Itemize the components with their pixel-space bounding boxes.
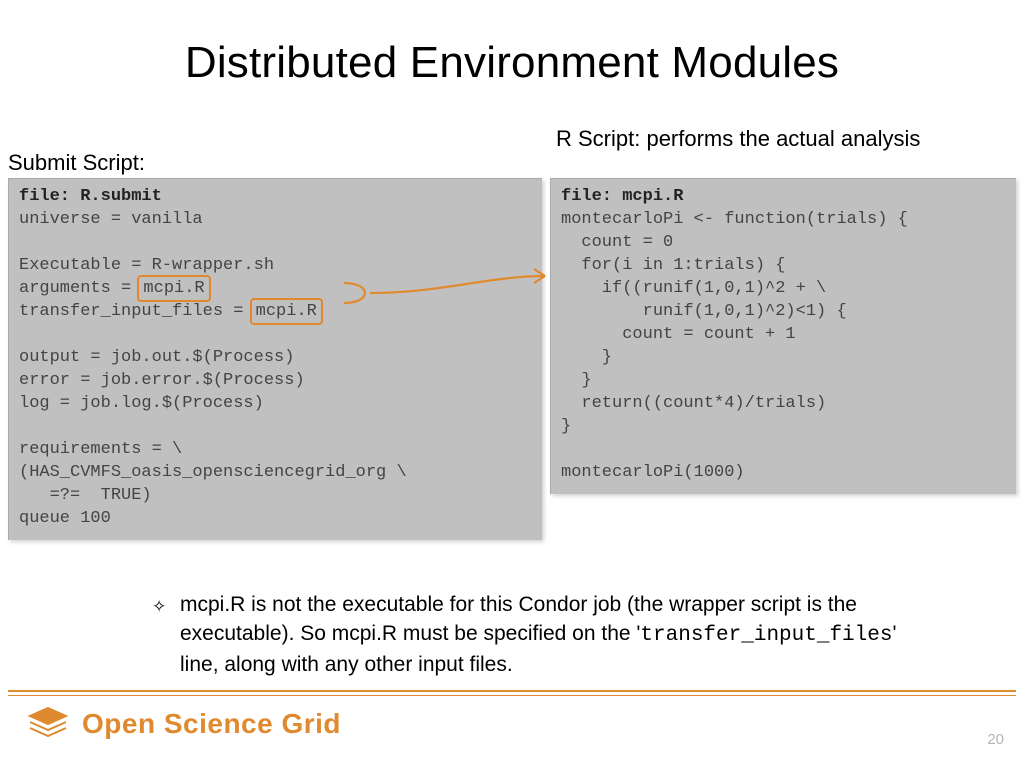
- code-line: count = 0: [561, 233, 673, 252]
- code-line: for(i in 1:trials) {: [561, 256, 785, 275]
- label-submit-script: Submit Script:: [8, 150, 145, 176]
- code-line: if((runif(1,0,1)^2 + \: [561, 279, 826, 298]
- brand: Open Science Grid: [26, 706, 341, 742]
- highlight-arguments-mcpi: mcpi.R: [137, 275, 210, 302]
- code-box-rscript: file: mcpi.R montecarloPi <- function(tr…: [550, 178, 1016, 494]
- code-line: Executable = R-wrapper.sh: [19, 256, 274, 275]
- highlight-transfer-mcpi: mcpi.R: [250, 298, 323, 325]
- page-number: 20: [987, 731, 1004, 748]
- code-line: }: [561, 417, 571, 436]
- code-line: }: [561, 348, 612, 367]
- code-line: queue 100: [19, 509, 111, 528]
- code-line: =?= TRUE): [19, 486, 152, 505]
- code-line: (HAS_CVMFS_oasis_opensciencegrid_org \: [19, 463, 407, 482]
- slide-title: Distributed Environment Modules: [0, 38, 1024, 88]
- code-line: transfer_input_files =: [19, 302, 254, 321]
- file-header-right: file: mcpi.R: [561, 187, 683, 206]
- code-line: count = count + 1: [561, 325, 796, 344]
- label-r-script: R Script: performs the actual analysis: [556, 126, 920, 152]
- code-line: universe = vanilla: [19, 210, 203, 229]
- code-line: log = job.log.$(Process): [19, 394, 264, 413]
- footnote-mono: transfer_input_files: [640, 624, 892, 647]
- code-line: return((count*4)/trials): [561, 394, 826, 413]
- code-line: output = job.out.$(Process): [19, 348, 294, 367]
- code-line: runif(1,0,1)^2)<1) {: [561, 302, 847, 321]
- footer-divider: [8, 690, 1016, 698]
- brand-logo-icon: [26, 706, 70, 742]
- code-line: montecarloPi <- function(trials) {: [561, 210, 908, 229]
- brand-text: Open Science Grid: [82, 708, 341, 740]
- code-line: arguments =: [19, 279, 141, 298]
- slide: Distributed Environment Modules Submit S…: [0, 0, 1024, 768]
- code-line: }: [561, 371, 592, 390]
- code-line: requirements = \: [19, 440, 182, 459]
- footnote: ✧ mcpi.R is not the executable for this …: [180, 590, 900, 679]
- file-header-left: file: R.submit: [19, 187, 162, 206]
- diamond-bullet-icon: ✧: [152, 592, 166, 621]
- code-line: montecarloPi(1000): [561, 463, 745, 482]
- code-line: error = job.error.$(Process): [19, 371, 305, 390]
- code-box-submit: file: R.submit universe = vanilla Execut…: [8, 178, 542, 540]
